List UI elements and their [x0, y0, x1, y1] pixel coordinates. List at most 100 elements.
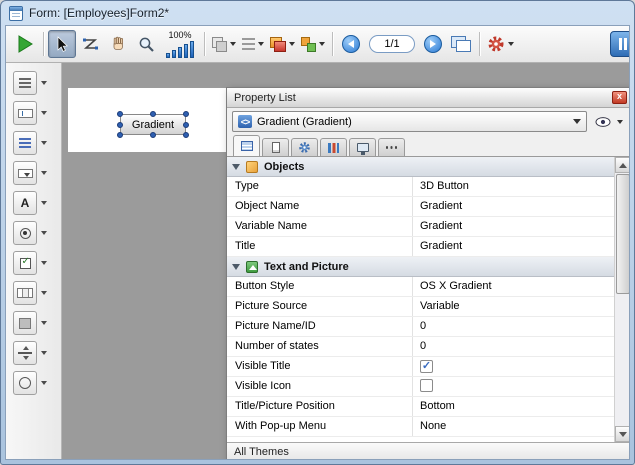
zoom-tool-button[interactable]	[132, 30, 160, 58]
prev-page-button[interactable]	[337, 30, 365, 58]
list-tool-dropdown-icon[interactable]	[41, 141, 47, 145]
align-menu-button[interactable]	[209, 30, 239, 58]
property-value[interactable]: 3D Button	[413, 177, 614, 196]
plugin-tool[interactable]	[13, 371, 37, 395]
run-button[interactable]	[11, 30, 39, 58]
combo-tool-dropdown-icon[interactable]	[41, 171, 47, 175]
selection-handle[interactable]	[183, 122, 189, 128]
windows-list-button[interactable]	[447, 30, 475, 58]
property-value[interactable]: None	[413, 417, 614, 436]
rectangle-tool-icon	[19, 318, 31, 329]
section-header[interactable]: Text and Picture	[227, 257, 614, 277]
zoom-bar[interactable]	[190, 41, 194, 58]
property-value[interactable]: Variable	[413, 297, 614, 316]
page-indicator[interactable]: 1/1	[369, 35, 415, 53]
rectangle-tool-dropdown-icon[interactable]	[41, 321, 47, 325]
selection-handle[interactable]	[183, 111, 189, 117]
selection-handle[interactable]	[150, 111, 156, 117]
segmented-button-tool-dropdown-icon[interactable]	[41, 291, 47, 295]
selection-handle[interactable]	[183, 132, 189, 138]
input-tool-dropdown-icon[interactable]	[41, 111, 47, 115]
selection-handle[interactable]	[150, 132, 156, 138]
zoom-bar[interactable]	[178, 47, 182, 58]
entry-order-tool-button[interactable]	[76, 30, 104, 58]
next-page-button[interactable]	[419, 30, 447, 58]
titlebar[interactable]: Form: [Employees]Form2*	[1, 1, 634, 25]
input-tool[interactable]	[13, 101, 37, 125]
list-tool[interactable]	[13, 131, 37, 155]
plugin-tool-dropdown-icon[interactable]	[41, 381, 47, 385]
zoom-bars[interactable]	[166, 40, 194, 58]
property-value[interactable]: 0	[413, 317, 614, 336]
form-editor-window: Form: [Employees]Form2*	[0, 0, 635, 465]
tab-events[interactable]	[320, 138, 347, 156]
theme-filter[interactable]: All Themes	[227, 442, 629, 459]
segmented-button-tool[interactable]	[13, 281, 37, 305]
rectangle-tool[interactable]	[13, 311, 37, 335]
section-header[interactable]: Objects	[227, 157, 614, 177]
text-tool-dropdown-icon[interactable]	[41, 81, 47, 85]
zoom-bar[interactable]	[172, 50, 176, 58]
property-list-title: Property List	[234, 92, 296, 104]
distribute-menu-button[interactable]	[239, 30, 267, 58]
zoom-control[interactable]: 100%	[166, 30, 194, 58]
splitter-tool-dropdown-icon[interactable]	[41, 351, 47, 355]
color-menu-button[interactable]	[267, 30, 298, 58]
pointer-tool-button[interactable]	[48, 30, 76, 58]
property-value[interactable]: 0	[413, 337, 614, 356]
zoom-bar[interactable]	[184, 44, 188, 58]
checkbox-checked[interactable]: ✓	[420, 360, 433, 373]
collapse-triangle-icon[interactable]	[232, 264, 240, 270]
gear-menu-button[interactable]	[484, 30, 517, 58]
checkbox-unchecked[interactable]	[420, 379, 433, 392]
collapse-triangle-icon[interactable]	[232, 164, 240, 170]
combo-tool[interactable]	[13, 161, 37, 185]
play-icon	[15, 34, 35, 54]
magnifier-icon	[138, 36, 155, 53]
pan-tool-button[interactable]	[104, 30, 132, 58]
close-icon[interactable]	[612, 91, 627, 104]
style-menu-button[interactable]	[298, 30, 328, 58]
property-value[interactable]	[413, 377, 614, 396]
view-options-button[interactable]	[592, 111, 626, 132]
property-value[interactable]: Gradient	[413, 237, 614, 256]
scroll-up-button[interactable]	[615, 157, 629, 173]
objects-cube-icon	[246, 161, 258, 173]
selection-handle[interactable]	[117, 122, 123, 128]
next-page-circle-icon	[424, 35, 442, 53]
property-value[interactable]: OS X Gradient	[413, 277, 614, 296]
scroll-track[interactable]	[615, 173, 629, 426]
selection-handle[interactable]	[117, 132, 123, 138]
object-selector[interactable]: Gradient (Gradient)	[232, 111, 587, 132]
tab-form[interactable]	[262, 138, 289, 156]
tab-property-list[interactable]	[233, 135, 260, 156]
selection-handle[interactable]	[117, 111, 123, 117]
toolbar-overflow-button[interactable]	[610, 31, 629, 57]
zoom-bar[interactable]	[166, 53, 170, 58]
tab-more[interactable]	[378, 138, 405, 156]
form-canvas[interactable]: Gradient Property List	[62, 63, 629, 459]
scroll-down-button[interactable]	[615, 426, 629, 442]
property-value[interactable]: ✓	[413, 357, 614, 376]
splitter-tool[interactable]	[13, 341, 37, 365]
scrollbar[interactable]	[614, 157, 629, 442]
tab-display[interactable]	[349, 138, 376, 156]
text-tool[interactable]	[13, 71, 37, 95]
scroll-thumb[interactable]	[616, 174, 629, 294]
selected-object[interactable]: Gradient	[120, 114, 186, 135]
property-name: Title/Picture Position	[227, 397, 413, 416]
align-icon	[212, 37, 227, 52]
label-tool-dropdown-icon[interactable]	[41, 201, 47, 205]
property-value[interactable]: Gradient	[413, 217, 614, 236]
label-tool[interactable]	[13, 191, 37, 215]
property-value[interactable]: Gradient	[413, 197, 614, 216]
eye-icon	[595, 117, 611, 127]
radio-tool[interactable]	[13, 221, 37, 245]
checkbox-tool[interactable]	[13, 251, 37, 275]
property-value[interactable]: Bottom	[413, 397, 614, 416]
checkbox-tool-dropdown-icon[interactable]	[41, 261, 47, 265]
tab-settings[interactable]	[291, 138, 318, 156]
property-list-titlebar[interactable]: Property List	[227, 88, 629, 108]
radio-tool-dropdown-icon[interactable]	[41, 231, 47, 235]
property-name: Button Style	[227, 277, 413, 296]
